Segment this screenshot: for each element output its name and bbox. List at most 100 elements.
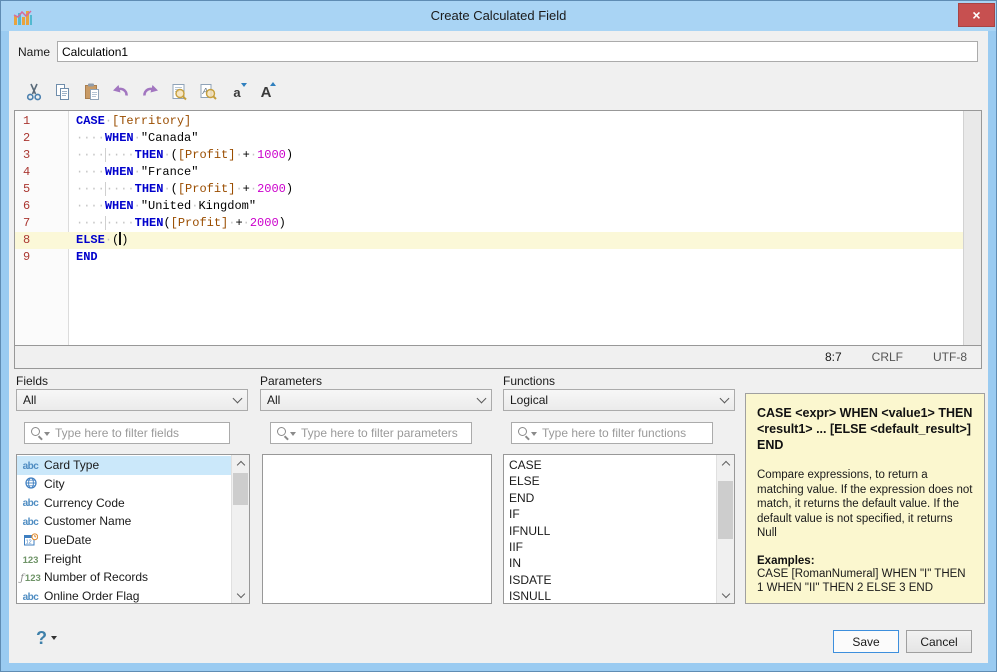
chevron-down-icon xyxy=(232,393,243,404)
date-clock-icon: 12 xyxy=(17,532,44,548)
line-number: 1 xyxy=(23,114,31,128)
field-item[interactable]: abc Online Order Flag xyxy=(17,587,232,603)
function-help-panel: CASE <expr> WHEN <value1> THEN <result1>… xyxy=(745,393,985,604)
scroll-down-icon[interactable] xyxy=(721,589,730,598)
code-text: ····WHEN·"France" xyxy=(76,165,199,179)
font-increase-icon[interactable]: A xyxy=(254,80,278,104)
calc-num-icon: ƒ123 xyxy=(20,572,41,584)
copy-icon[interactable] xyxy=(51,80,75,104)
triangle-down xyxy=(241,83,247,87)
code-text: ····WHEN·"United·Kingdom" xyxy=(76,199,257,213)
functions-list[interactable]: CASE ELSE END IF IFNULL IIF IN ISDATE ISNULL xyxy=(503,454,735,604)
code-line[interactable]: 1 CASE·[Territory] xyxy=(15,113,964,130)
find-icon[interactable] xyxy=(167,80,191,104)
function-item[interactable]: CASE xyxy=(504,457,717,473)
field-item[interactable]: ƒ123 Number of Records xyxy=(17,568,232,587)
fields-filter-input[interactable] xyxy=(53,425,225,441)
scrollbar-thumb[interactable] xyxy=(233,473,248,505)
caret-position: 8:7 xyxy=(824,350,842,364)
line-number: 8 xyxy=(23,233,31,247)
code-line[interactable]: 9 END xyxy=(15,249,964,266)
field-item-label: Currency Code xyxy=(44,495,125,510)
code-line[interactable]: 5 ········THEN·([Profit]·+·2000) xyxy=(15,181,964,198)
line-ending: CRLF xyxy=(871,350,903,364)
scroll-up-icon[interactable] xyxy=(236,460,245,469)
name-input[interactable] xyxy=(57,41,978,62)
field-item-label: Number of Records xyxy=(44,570,149,585)
functions-scrollbar[interactable] xyxy=(716,455,734,603)
triangle-down xyxy=(531,432,537,436)
triangle-down xyxy=(290,432,296,436)
field-item[interactable]: 12 DueDate xyxy=(17,531,232,550)
font-decrease-icon[interactable]: a xyxy=(225,80,249,104)
fields-list[interactable]: abc Card Type City abc Currency Code abc Custo… xyxy=(16,454,250,604)
field-item-label: DueDate xyxy=(44,533,92,548)
code-text: ········THEN·([Profit]·+·2000) xyxy=(76,182,294,196)
function-item[interactable]: END xyxy=(504,490,717,506)
fields-filter xyxy=(24,422,230,444)
function-item[interactable]: IF xyxy=(504,506,717,522)
functions-filter-input[interactable] xyxy=(540,425,708,441)
field-item-label: City xyxy=(44,477,65,492)
code-text: ELSE·() xyxy=(76,232,129,247)
parameters-list[interactable] xyxy=(262,454,492,604)
parameters-label: Parameters xyxy=(260,374,323,388)
titlebar[interactable]: Create Calculated Field × xyxy=(1,1,996,31)
editor-scrollbar[interactable] xyxy=(963,111,981,345)
code-text: ········THEN·([Profit]·+·1000) xyxy=(76,148,294,162)
code-line[interactable]: 8 ELSE·() xyxy=(15,232,964,249)
functions-type-dropdown[interactable]: Logical xyxy=(503,389,735,411)
scrollbar-thumb[interactable] xyxy=(718,481,733,539)
parameters-type-dropdown[interactable]: All xyxy=(260,389,492,411)
function-item[interactable]: IIF xyxy=(504,539,717,555)
abc-icon: abc xyxy=(22,498,39,510)
line-number: 4 xyxy=(23,165,31,179)
globe-icon xyxy=(17,477,44,491)
num-icon: 123 xyxy=(22,554,39,566)
save-button[interactable]: Save xyxy=(833,630,899,653)
fields-scrollbar[interactable] xyxy=(231,455,249,603)
field-item-label: Freight xyxy=(44,551,82,566)
function-item[interactable]: ISNULL xyxy=(504,588,717,603)
field-item[interactable]: abc Customer Name xyxy=(17,512,232,531)
field-item-label: Customer Name xyxy=(44,514,132,529)
code-line[interactable]: 7 ········THEN([Profit]·+·2000) xyxy=(15,215,964,232)
function-item[interactable]: IFNULL xyxy=(504,523,717,539)
close-button[interactable]: × xyxy=(958,3,995,27)
code-line[interactable]: 4 ····WHEN·"France" xyxy=(15,164,964,181)
functions-filter xyxy=(511,422,713,444)
field-item[interactable]: 123 Freight xyxy=(17,549,232,568)
parameters-filter-input[interactable] xyxy=(299,425,467,441)
code-text: CASE·[Territory] xyxy=(76,114,192,128)
formula-editor[interactable]: 1 CASE·[Territory] 2 ····WHEN·"Canada" 3 ····… xyxy=(14,110,982,346)
editor-toolbar: A a A xyxy=(22,79,278,105)
function-item[interactable]: IN xyxy=(504,555,717,571)
field-item[interactable]: City xyxy=(17,475,232,494)
code-line[interactable]: 6 ····WHEN·"United·Kingdom" xyxy=(15,198,964,215)
cut-icon[interactable] xyxy=(22,80,46,104)
scroll-up-icon[interactable] xyxy=(721,460,730,469)
line-number: 2 xyxy=(23,131,31,145)
find-replace-icon[interactable]: A xyxy=(196,80,220,104)
line-number: 9 xyxy=(23,250,31,264)
code-line[interactable]: 3 ········THEN·([Profit]·+·1000) xyxy=(15,147,964,164)
scroll-down-icon[interactable] xyxy=(236,589,245,598)
field-item[interactable]: abc Currency Code xyxy=(17,493,232,512)
chevron-down-icon xyxy=(476,393,487,404)
help-menu-button[interactable]: ? xyxy=(36,628,57,648)
function-item[interactable]: ELSE xyxy=(504,473,717,489)
parameters-filter xyxy=(270,422,472,444)
functions-label: Functions xyxy=(503,374,556,388)
triangle-up xyxy=(270,82,276,86)
code-line[interactable]: 2 ····WHEN·"Canada" xyxy=(15,130,964,147)
function-item[interactable]: ISDATE xyxy=(504,572,717,588)
cancel-button[interactable]: Cancel xyxy=(906,630,972,653)
editor-lines: 1 CASE·[Territory] 2 ····WHEN·"Canada" 3 ····… xyxy=(15,113,964,266)
code-text: ········THEN([Profit]·+·2000) xyxy=(76,216,286,230)
undo-icon[interactable] xyxy=(109,80,133,104)
field-item[interactable]: abc Card Type xyxy=(17,456,232,475)
field-item-label: Card Type xyxy=(44,458,100,473)
redo-icon[interactable] xyxy=(138,80,162,104)
paste-icon[interactable] xyxy=(80,80,104,104)
fields-type-dropdown[interactable]: All xyxy=(16,389,248,411)
